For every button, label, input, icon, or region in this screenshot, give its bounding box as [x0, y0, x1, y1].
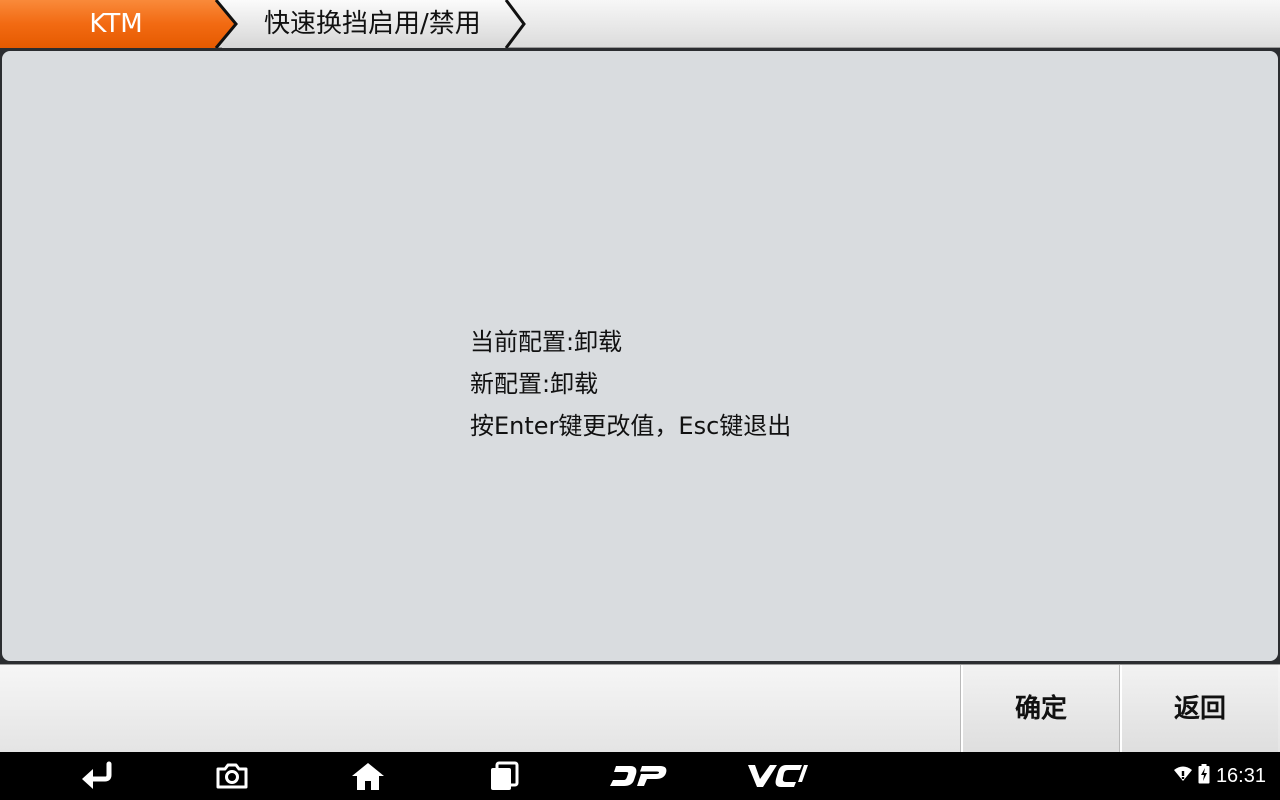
- wifi-icon: [1173, 766, 1192, 786]
- action-bar: 确定 返回: [0, 664, 1280, 753]
- recent-apps-icon[interactable]: [486, 752, 522, 800]
- status-area: 16:31: [1173, 752, 1266, 800]
- confirm-button[interactable]: 确定: [961, 665, 1119, 753]
- status-message: 当前配置:卸载 新配置:卸载 按Enter键更改值，Esc键退出: [470, 321, 791, 447]
- home-icon[interactable]: [348, 752, 388, 800]
- camera-icon[interactable]: [212, 752, 252, 800]
- back-icon[interactable]: [76, 752, 120, 800]
- back-button[interactable]: 返回: [1120, 665, 1278, 753]
- current-config-text: 当前配置:卸载: [470, 328, 623, 356]
- breadcrumb-brand[interactable]: KTM: [0, 0, 240, 48]
- content-panel: 当前配置:卸载 新配置:卸载 按Enter键更改值，Esc键退出: [2, 51, 1278, 661]
- new-config-text: 新配置:卸载: [470, 370, 599, 398]
- system-navbar: 16:31: [0, 752, 1280, 800]
- breadcrumb-bar: KTM 快速换挡启用/禁用: [0, 0, 1280, 48]
- dp-logo-icon[interactable]: [608, 752, 670, 800]
- breadcrumb-feature[interactable]: 快速换挡启用/禁用: [264, 0, 481, 48]
- vci-logo-icon[interactable]: [742, 752, 810, 800]
- instruction-text: 按Enter键更改值，Esc键退出: [470, 412, 792, 440]
- battery-charging-icon: [1198, 764, 1210, 788]
- clock-text: 16:31: [1215, 764, 1266, 787]
